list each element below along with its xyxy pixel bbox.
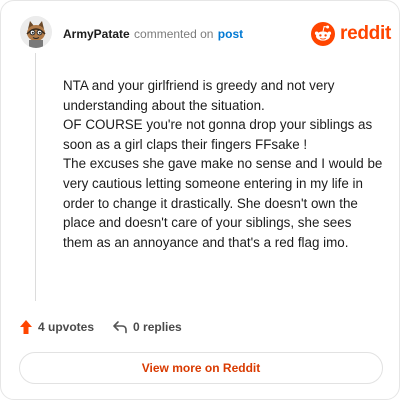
comment-body: NTA and your girlfriend is greedy and no… — [63, 76, 383, 252]
comment-paragraph: OF COURSE you're not gonna drop your sib… — [63, 117, 373, 152]
comment-paragraph: NTA and your girlfriend is greedy and no… — [63, 78, 335, 113]
upvotes-count: 4 upvotes — [38, 320, 95, 334]
upvote-arrow-icon — [20, 320, 32, 334]
post-link[interactable]: post — [218, 27, 243, 41]
replies-count: 0 replies — [133, 320, 182, 334]
replies-action[interactable]: 0 replies — [112, 320, 182, 334]
reddit-logo[interactable]: reddit — [311, 21, 391, 47]
reddit-snoo-icon — [311, 22, 335, 46]
comment-header: ArmyPatate commented on post — [63, 27, 243, 41]
upvote-action[interactable]: 4 upvotes — [19, 319, 94, 335]
comment-actions: 4 upvotes 0 replies — [19, 318, 182, 336]
username[interactable]: ArmyPatate — [63, 27, 130, 41]
comment-paragraph: The excuses she gave make no sense and I… — [63, 156, 383, 250]
reddit-wordmark: reddit — [340, 23, 391, 44]
comment-card: ArmyPatate commented on post reddit NTA … — [0, 0, 400, 400]
commented-on-text: commented on — [134, 27, 214, 41]
user-avatar-icon[interactable] — [20, 16, 52, 48]
reply-arrow-icon — [113, 321, 127, 334]
view-more-button[interactable]: View more on Reddit — [19, 352, 383, 384]
thread-line — [35, 53, 36, 301]
